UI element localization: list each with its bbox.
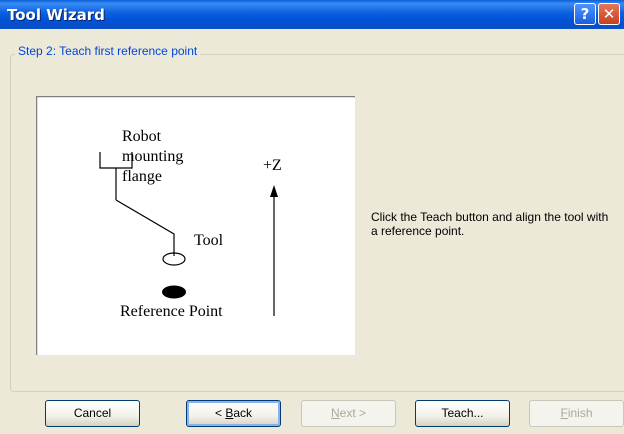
step-legend: Step 2: Teach first reference point	[15, 44, 201, 58]
finish-label-rest: inish	[567, 406, 593, 420]
axis-label: +Z	[263, 157, 282, 174]
tool-wizard-window: Tool Wizard ? ✕ Step 2: Teach first refe…	[0, 0, 624, 434]
help-button[interactable]: ?	[574, 3, 596, 25]
window-title: Tool Wizard	[7, 6, 105, 24]
finish-button[interactable]: Finish	[529, 400, 624, 427]
teach-button[interactable]: Teach...	[415, 400, 510, 427]
flange-label-line-2: mounting	[122, 148, 183, 165]
reference-point-marker	[162, 285, 186, 299]
title-bar[interactable]: Tool Wizard ? ✕	[0, 0, 624, 29]
instruction-text: Click the Teach button and align the too…	[371, 210, 609, 238]
next-label-mnemonic: N	[330, 406, 340, 420]
close-icon: ✕	[602, 5, 616, 23]
next-label-rest: ext >	[339, 406, 367, 420]
back-label-rest: ack	[233, 406, 253, 420]
back-label-prefix: <	[214, 406, 226, 420]
flange-label-line-3: flange	[122, 168, 162, 185]
help-icon: ?	[580, 5, 590, 23]
cancel-button[interactable]: Cancel	[45, 400, 140, 427]
tool-diagram: Robot mounting flange Tool +Z Reference …	[36, 96, 356, 356]
finish-label-mnemonic: F	[560, 406, 568, 420]
tool-label: Tool	[194, 232, 224, 249]
cancel-label: Cancel	[73, 406, 112, 420]
flange-label-line-1: Robot	[122, 128, 162, 145]
teach-label: Teach...	[441, 406, 484, 420]
next-button[interactable]: Next >	[301, 400, 396, 427]
back-button[interactable]: < Back	[186, 400, 281, 427]
close-button[interactable]: ✕	[598, 3, 620, 25]
reference-point-label: Reference Point	[120, 303, 223, 320]
